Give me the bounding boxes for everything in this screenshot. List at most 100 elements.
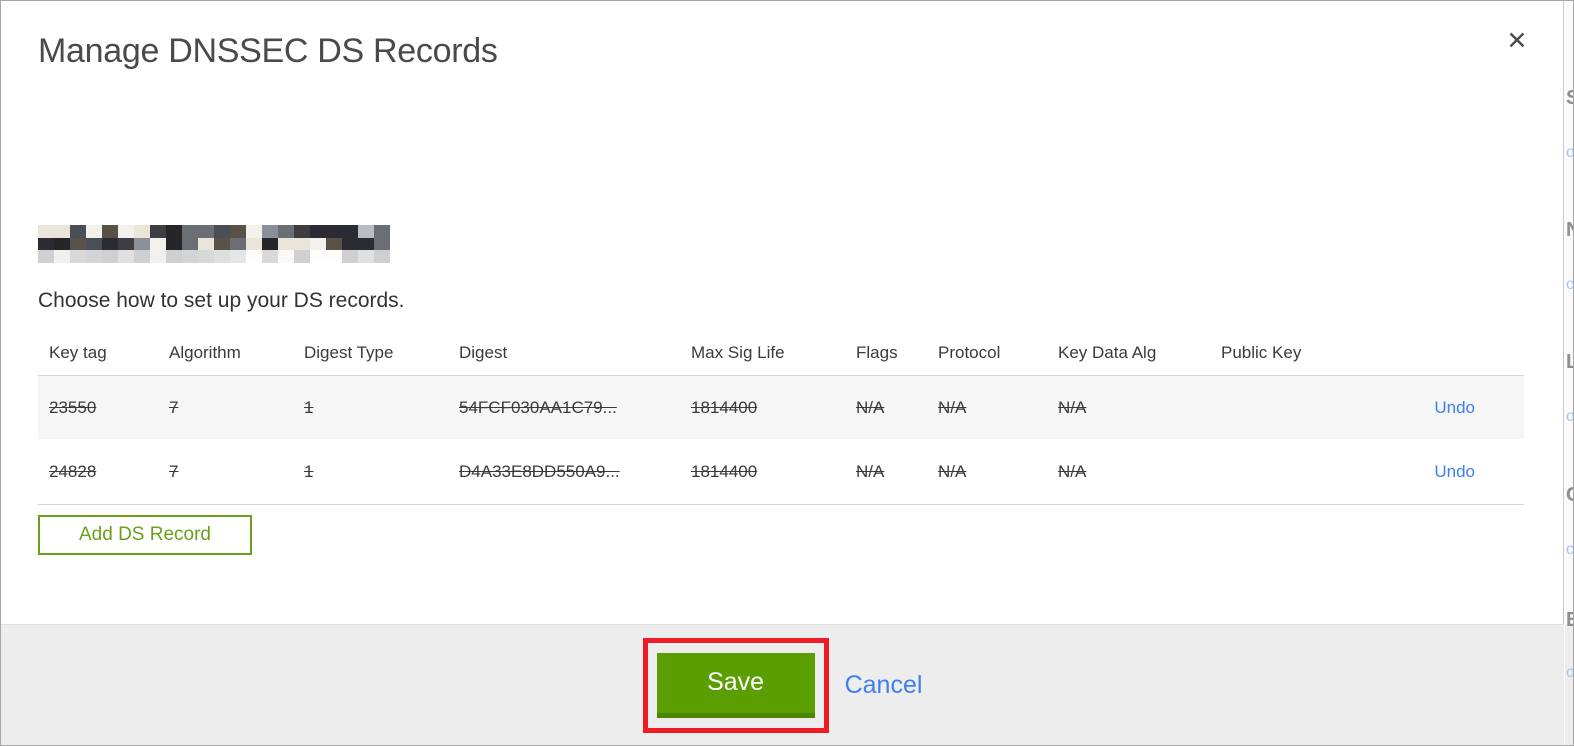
redacted-pixel bbox=[342, 225, 358, 238]
redacted-pixel bbox=[38, 237, 54, 251]
redacted-pixel bbox=[342, 250, 358, 263]
background-text-fragment: o bbox=[1566, 541, 1573, 559]
redacted-pixel bbox=[294, 250, 310, 263]
save-button[interactable]: Save bbox=[656, 652, 815, 718]
redacted-pixel bbox=[310, 237, 326, 251]
redacted-pixel bbox=[246, 225, 262, 238]
redacted-pixel bbox=[86, 250, 102, 263]
table-body: 23550 7 1 54FCF030AA1C79... 1814400 N/A N/A N/A… bbox=[38, 376, 1524, 505]
redacted-pixel bbox=[214, 225, 230, 238]
redacted-pixel bbox=[102, 250, 118, 263]
table-cell: 1814400 bbox=[691, 397, 758, 417]
redacted-pixel bbox=[70, 225, 86, 238]
redacted-pixel bbox=[358, 250, 374, 263]
page-title: Manage DNSSEC DS Records bbox=[38, 32, 498, 70]
redacted-pixel bbox=[326, 225, 342, 238]
redacted-pixel bbox=[102, 225, 118, 238]
background-text-fragment: o bbox=[1566, 664, 1573, 682]
redacted-pixel bbox=[230, 250, 246, 263]
column-header: Flags bbox=[856, 343, 898, 362]
redacted-pixel bbox=[54, 250, 70, 263]
redacted-pixel bbox=[166, 250, 182, 263]
redacted-pixel bbox=[294, 225, 310, 238]
redacted-pixel bbox=[230, 237, 246, 251]
column-header: Algorithm bbox=[169, 343, 241, 362]
redacted-pixel bbox=[214, 237, 230, 251]
redacted-domain-name bbox=[38, 225, 390, 263]
table-cell: 1 bbox=[304, 461, 314, 481]
redacted-pixel bbox=[38, 250, 54, 263]
background-text-fragment: o bbox=[1566, 144, 1573, 162]
add-ds-record-button[interactable]: Add DS Record bbox=[38, 515, 252, 555]
table-cell: N/A bbox=[1058, 461, 1087, 481]
redacted-pixel bbox=[150, 225, 166, 238]
redacted-pixel bbox=[214, 250, 230, 263]
cancel-link[interactable]: Cancel bbox=[845, 671, 923, 700]
redacted-pixel bbox=[182, 225, 198, 238]
redacted-pixel bbox=[230, 225, 246, 238]
table-row: 23550 7 1 54FCF030AA1C79... 1814400 N/A N/A N/A… bbox=[38, 376, 1524, 439]
redacted-pixel bbox=[198, 250, 214, 263]
modal-footer: Save Cancel bbox=[1, 624, 1564, 745]
redacted-pixel bbox=[294, 237, 310, 251]
redacted-pixel bbox=[278, 250, 294, 263]
column-header: Digest bbox=[459, 343, 508, 362]
table-cell: N/A bbox=[856, 461, 885, 481]
table-cell: D4A33E8DD550A9... bbox=[459, 461, 620, 481]
redacted-pixel bbox=[198, 225, 214, 238]
close-icon[interactable]: ✕ bbox=[1499, 23, 1535, 59]
redacted-pixel bbox=[38, 225, 54, 238]
table-cell: N/A bbox=[938, 397, 967, 417]
redacted-pixel bbox=[166, 237, 182, 251]
redacted-pixel bbox=[54, 237, 70, 251]
redacted-pixel bbox=[262, 250, 278, 263]
table-cell: 1814400 bbox=[691, 461, 758, 481]
redacted-pixel bbox=[358, 237, 374, 251]
redacted-pixel bbox=[310, 250, 326, 263]
redacted-pixel bbox=[150, 250, 166, 263]
background-text-fragment: E bbox=[1566, 609, 1573, 632]
redacted-pixel bbox=[374, 250, 390, 263]
redacted-pixel bbox=[134, 225, 150, 238]
column-header: Key Data Alg bbox=[1058, 343, 1157, 362]
redacted-pixel bbox=[182, 237, 198, 251]
table-cell: 1 bbox=[304, 397, 314, 417]
action-cell: Undo bbox=[1424, 462, 1524, 482]
background-page-sliver: So No Lo Co Eo bbox=[1565, 1, 1573, 745]
redacted-pixel bbox=[54, 225, 70, 238]
redacted-pixel bbox=[118, 250, 134, 263]
redacted-pixel bbox=[102, 237, 118, 251]
background-text-fragment: L bbox=[1566, 351, 1573, 374]
column-header: Digest Type bbox=[304, 343, 394, 362]
table-cell: 54FCF030AA1C79... bbox=[459, 397, 617, 417]
undo-link[interactable]: Undo bbox=[1434, 462, 1475, 481]
redacted-pixel bbox=[310, 225, 326, 238]
redacted-pixel bbox=[262, 237, 278, 251]
background-text-fragment: C bbox=[1566, 484, 1573, 507]
undo-link[interactable]: Undo bbox=[1434, 398, 1475, 417]
redacted-pixel bbox=[246, 237, 262, 251]
redacted-pixel bbox=[118, 237, 134, 251]
table-cell: 24828 bbox=[49, 461, 97, 481]
redacted-pixel bbox=[134, 250, 150, 263]
background-text-fragment: S bbox=[1566, 87, 1573, 110]
background-text-fragment: o bbox=[1566, 276, 1573, 294]
table-cell: N/A bbox=[1058, 397, 1087, 417]
instruction-text: Choose how to set up your DS records. bbox=[38, 289, 405, 312]
redacted-pixel bbox=[182, 250, 198, 263]
redacted-pixel bbox=[134, 237, 150, 251]
background-footer-sliver bbox=[1565, 624, 1573, 745]
redacted-pixel bbox=[166, 225, 182, 238]
action-cell: Undo bbox=[1424, 398, 1524, 418]
background-text-fragment: o bbox=[1566, 408, 1573, 426]
table-cell: 23550 bbox=[49, 397, 97, 417]
redacted-pixel bbox=[278, 237, 294, 251]
redacted-pixel bbox=[70, 250, 86, 263]
column-header: Protocol bbox=[938, 343, 1001, 362]
manage-dnssec-modal: Manage DNSSEC DS Records ✕ Choose how to… bbox=[1, 1, 1564, 745]
column-header: Max Sig Life bbox=[691, 343, 785, 362]
redacted-pixel bbox=[374, 225, 390, 238]
redacted-pixel bbox=[118, 225, 134, 238]
redacted-pixel bbox=[262, 225, 278, 238]
redacted-pixel bbox=[374, 237, 390, 251]
